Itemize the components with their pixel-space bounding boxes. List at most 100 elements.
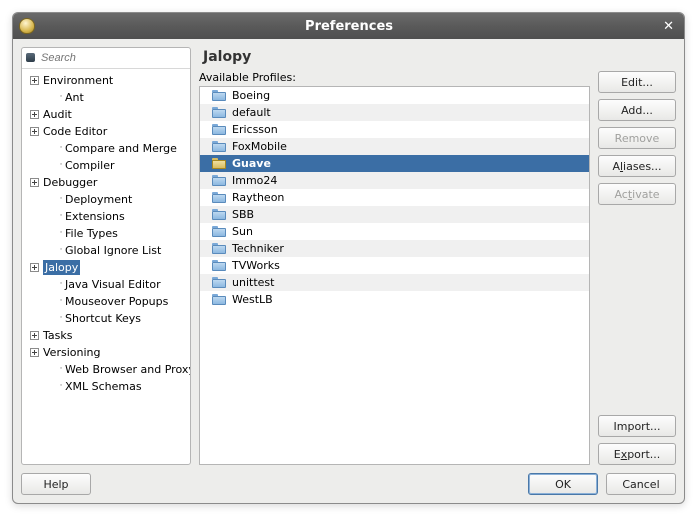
main-row: Environment··AntAuditCode Editor··Compar… xyxy=(21,47,676,465)
remove-button: Remove xyxy=(598,127,676,149)
help-button[interactable]: Help xyxy=(21,473,91,495)
profiles-column: Available Profiles: BoeingdefaultEricsso… xyxy=(199,71,590,465)
profile-name: default xyxy=(232,106,271,119)
tree-item[interactable]: ·· Deployment xyxy=(24,191,188,208)
profile-name: SBB xyxy=(232,208,254,221)
category-tree[interactable]: Environment··AntAuditCode Editor··Compar… xyxy=(22,69,190,464)
activate-button: Activate xyxy=(598,183,676,205)
profile-name: Ericsson xyxy=(232,123,278,136)
expand-icon[interactable] xyxy=(30,76,39,85)
tree-item-label: XML Schemas xyxy=(65,379,142,394)
tree-item[interactable]: ··Ant xyxy=(24,89,188,106)
edit-button[interactable]: Edit... xyxy=(598,71,676,93)
profile-item[interactable]: Sun xyxy=(200,223,589,240)
tree-item[interactable]: ··Shortcut Keys xyxy=(24,310,188,327)
tree-item[interactable]: Tasks xyxy=(24,327,188,344)
tree-leaf-icon: ·· xyxy=(50,226,61,241)
tree-leaf-icon: ·· xyxy=(50,294,61,309)
tree-leaf-icon: ·· xyxy=(50,192,61,207)
tree-item-label: Debugger xyxy=(43,175,97,190)
tree-item[interactable]: ·· Extensions xyxy=(24,208,188,225)
import-button[interactable]: Import... xyxy=(598,415,676,437)
profile-item[interactable]: Boeing xyxy=(200,87,589,104)
tree-item[interactable]: ·· Web Browser and Proxy xyxy=(24,361,188,378)
profile-item[interactable]: Guave xyxy=(200,155,589,172)
folder-icon xyxy=(212,226,226,237)
close-icon[interactable]: ✕ xyxy=(659,19,678,34)
folder-icon xyxy=(212,124,226,135)
tree-leaf-icon: ·· xyxy=(50,141,61,156)
profile-item[interactable]: WestLB xyxy=(200,291,589,308)
add-button[interactable]: Add... xyxy=(598,99,676,121)
preferences-window: Preferences ✕ Environment··AntAuditCode … xyxy=(12,12,685,504)
profile-name: Sun xyxy=(232,225,253,238)
profile-name: Techniker xyxy=(232,242,284,255)
profile-item[interactable]: Immo24 xyxy=(200,172,589,189)
tree-item-label: Extensions xyxy=(65,209,125,224)
dialog-body: Environment··AntAuditCode Editor··Compar… xyxy=(13,39,684,503)
tree-leaf-icon: ·· xyxy=(50,209,61,224)
tree-item[interactable]: Debugger xyxy=(24,174,188,191)
expand-icon[interactable] xyxy=(30,178,39,187)
tree-item-label: Jalopy xyxy=(43,260,80,275)
profile-item[interactable]: Ericsson xyxy=(200,121,589,138)
search-input[interactable] xyxy=(39,51,186,65)
tree-item-label: Deployment xyxy=(65,192,132,207)
profile-item[interactable]: default xyxy=(200,104,589,121)
panel-title: Jalopy xyxy=(199,47,676,71)
profiles-list[interactable]: Boeing default Ericsson FoxMobile Guave Immo2… xyxy=(199,86,590,465)
tree-item[interactable]: Environment xyxy=(24,72,188,89)
content-inner: Available Profiles: BoeingdefaultEricsso… xyxy=(199,71,676,465)
buttons-column: Edit... Add... Remove Aliases... Activat… xyxy=(598,71,676,465)
export-button[interactable]: Export... xyxy=(598,443,676,465)
profile-name: WestLB xyxy=(232,293,273,306)
folder-icon xyxy=(212,260,226,271)
expand-icon[interactable] xyxy=(30,331,39,340)
ok-button[interactable]: OK xyxy=(528,473,598,495)
tree-item[interactable]: Versioning xyxy=(24,344,188,361)
profile-item[interactable]: SBB xyxy=(200,206,589,223)
profile-item[interactable]: Techniker xyxy=(200,240,589,257)
folder-icon xyxy=(212,141,226,152)
folder-icon xyxy=(212,243,226,254)
tree-item-label: Java Visual Editor xyxy=(65,277,161,292)
footer: Help OK Cancel xyxy=(21,471,676,495)
tree-leaf-icon: ·· xyxy=(50,90,61,105)
tree-item[interactable]: ··Java Visual Editor xyxy=(24,276,188,293)
folder-icon xyxy=(212,175,226,186)
tree-leaf-icon: ·· xyxy=(50,362,61,377)
tree-item-label: Web Browser and Proxy xyxy=(65,362,190,377)
tree-item-label: Global Ignore List xyxy=(65,243,161,258)
tree-item[interactable]: Code Editor xyxy=(24,123,188,140)
profile-item[interactable]: TVWorks xyxy=(200,257,589,274)
tree-item-label: Code Editor xyxy=(43,124,107,139)
profile-item[interactable]: Raytheon xyxy=(200,189,589,206)
profile-name: TVWorks xyxy=(232,259,280,272)
folder-icon xyxy=(212,209,226,220)
folder-icon xyxy=(212,158,226,169)
tree-item[interactable]: ·· File Types xyxy=(24,225,188,242)
tree-item-label: Environment xyxy=(43,73,113,88)
profile-item[interactable]: FoxMobile xyxy=(200,138,589,155)
aliases-button[interactable]: Aliases... xyxy=(598,155,676,177)
tree-item-label: Shortcut Keys xyxy=(65,311,141,326)
cancel-button[interactable]: Cancel xyxy=(606,473,676,495)
tree-item[interactable]: ··Mouseover Popups xyxy=(24,293,188,310)
expand-icon[interactable] xyxy=(30,348,39,357)
expand-icon[interactable] xyxy=(30,110,39,119)
tree-leaf-icon: ·· xyxy=(50,158,61,173)
tree-item[interactable]: ··Compare and Merge xyxy=(24,140,188,157)
tree-item[interactable]: ··Global Ignore List xyxy=(24,242,188,259)
profile-name: Boeing xyxy=(232,89,270,102)
tree-item[interactable]: Audit xyxy=(24,106,188,123)
folder-icon xyxy=(212,192,226,203)
profile-item[interactable]: unittest xyxy=(200,274,589,291)
expand-icon[interactable] xyxy=(30,263,39,272)
tree-item[interactable]: ··Compiler xyxy=(24,157,188,174)
tree-item[interactable]: Jalopy xyxy=(24,259,188,276)
folder-icon xyxy=(212,294,226,305)
profile-name: Guave xyxy=(232,157,271,170)
tree-item[interactable]: ··XML Schemas xyxy=(24,378,188,395)
expand-icon[interactable] xyxy=(30,127,39,136)
tree-item-label: File Types xyxy=(65,226,118,241)
